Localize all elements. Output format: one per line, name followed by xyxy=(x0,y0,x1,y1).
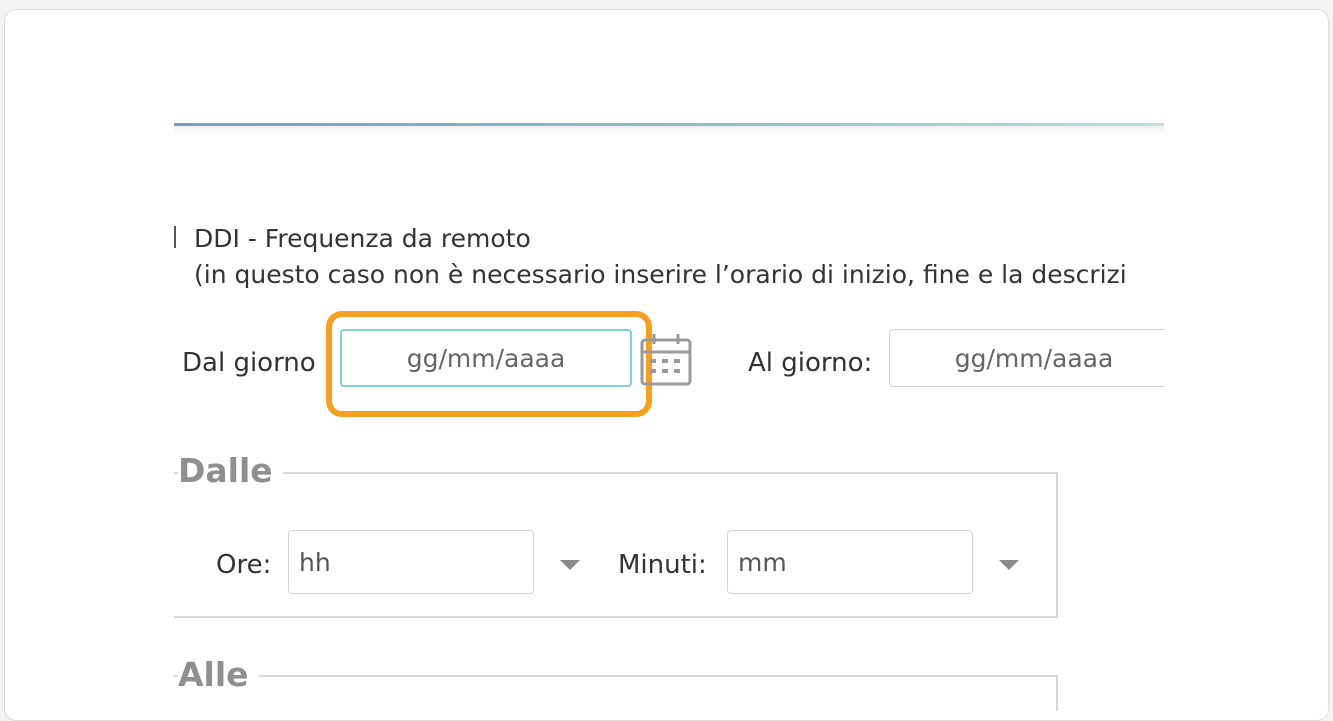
focus-highlight xyxy=(326,311,652,417)
from-time-legend: Dalle xyxy=(178,451,283,490)
header-shadow xyxy=(174,126,1164,136)
minutes-select[interactable]: mm xyxy=(727,530,973,594)
to-time-group xyxy=(174,675,1058,711)
to-day-input[interactable]: gg/mm/aaaa xyxy=(889,329,1164,387)
caret-down-icon[interactable] xyxy=(560,560,580,570)
hours-select[interactable]: hh xyxy=(288,530,534,594)
from-day-label: Dal giorno xyxy=(182,348,316,378)
option-note: (in questo caso non è necessario inserir… xyxy=(194,260,1127,289)
option-title: DDI - Frequenza da remoto xyxy=(194,224,531,253)
content-card: DDI - Frequenza da remoto (in questo cas… xyxy=(4,9,1329,721)
hours-label: Ore: xyxy=(216,550,272,580)
option-selector-mark[interactable] xyxy=(174,226,176,248)
to-day-label: Al giorno: xyxy=(748,348,873,378)
calendar-icon[interactable] xyxy=(640,332,694,388)
form-area: DDI - Frequenza da remoto (in questo cas… xyxy=(174,10,1164,711)
caret-down-icon[interactable] xyxy=(999,560,1019,570)
to-time-legend: Alle xyxy=(178,655,259,694)
minutes-label: Minuti: xyxy=(618,550,707,580)
